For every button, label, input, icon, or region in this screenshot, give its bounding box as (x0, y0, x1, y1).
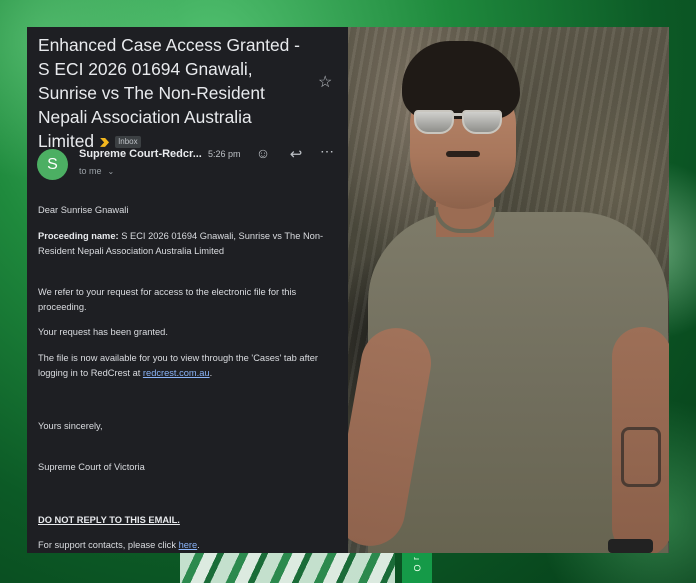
decorative-side-tab: ɹ O (402, 553, 432, 583)
signature: Supreme Court of Victoria (38, 462, 145, 472)
proceeding-name: Proceeding name: S ECI 2026 01694 Gnawal… (38, 229, 338, 259)
recipient-label: to me (79, 166, 102, 176)
sender-name[interactable]: Supreme Court-Redcr... (79, 148, 202, 160)
support-link[interactable]: here (179, 540, 198, 550)
reply-icon[interactable]: ↩ (288, 145, 304, 163)
inbox-label-chip[interactable]: Inbox (115, 136, 141, 149)
email-subject-text: Enhanced Case Access Granted - S ECI 202… (38, 35, 300, 151)
mustache (446, 151, 480, 157)
more-options-icon[interactable]: ⋯ (319, 143, 335, 160)
request-paragraph: We refer to your request for access to t… (38, 287, 297, 312)
sent-time: 5:26 pm (208, 149, 241, 159)
arm-tattoo (621, 427, 661, 487)
signoff: Yours sincerely, (38, 421, 103, 431)
decorative-leaf-graphic (180, 553, 395, 583)
proceeding-label: Proceeding name: (38, 231, 119, 241)
greeting: Dear Sunrise Gnawali (38, 205, 129, 215)
portrait-photo (348, 27, 669, 553)
importance-marker-icon (100, 137, 110, 147)
redcrest-link[interactable]: redcrest.com.au (143, 368, 210, 378)
support-paragraph: For support contacts, please click here. (38, 538, 338, 553)
sender-avatar[interactable]: S (37, 149, 68, 180)
do-not-reply-notice: DO NOT REPLY TO THIS EMAIL. (38, 515, 180, 525)
star-icon[interactable]: ☆ (318, 72, 332, 92)
recipient-details[interactable]: to me ⌄ (79, 166, 114, 176)
sunglasses-right-lens (462, 110, 502, 134)
sunglasses-left-lens (414, 110, 454, 134)
support-text: For support contacts, please click (38, 540, 176, 550)
sunglasses-bridge (452, 113, 464, 116)
email-subject: Enhanced Case Access Granted - S ECI 202… (38, 33, 308, 153)
file-available-paragraph: The file is now available for you to vie… (38, 351, 338, 381)
wristwatch (608, 539, 653, 553)
chevron-down-icon[interactable]: ⌄ (108, 167, 115, 176)
support-end: . (197, 540, 200, 550)
email-screenshot: Enhanced Case Access Granted - S ECI 202… (27, 27, 348, 553)
side-tab-text: ɹ O (412, 557, 422, 573)
file-available-end: . (209, 368, 213, 378)
emoji-react-icon[interactable]: ☺ (255, 145, 271, 161)
granted-paragraph: Your request has been granted. (38, 327, 168, 337)
